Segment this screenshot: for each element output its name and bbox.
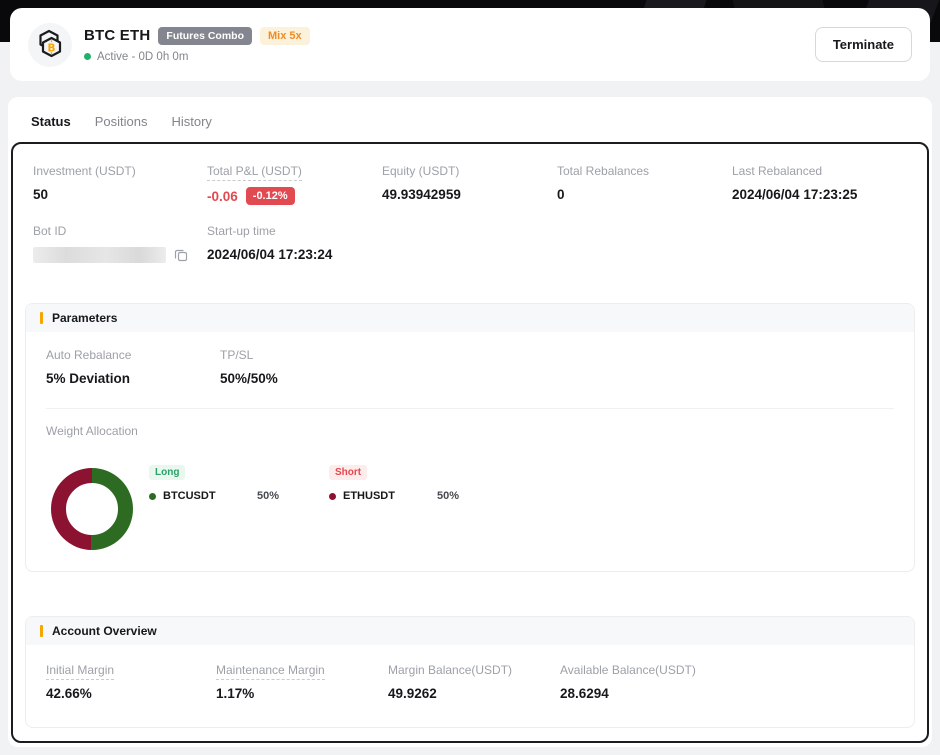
long-symbol: BTCUSDT xyxy=(163,490,216,502)
maintenance-margin-stat: Maintenance Margin 1.17% xyxy=(216,663,388,701)
short-weight: 50% xyxy=(437,490,459,502)
tab-status[interactable]: Status xyxy=(31,114,71,129)
maintenance-margin-label: Maintenance Margin xyxy=(216,663,325,680)
last-rebalanced-value: 2024/06/04 17:23:25 xyxy=(732,187,915,202)
weight-allocation-donut-chart xyxy=(48,465,136,553)
investment-label: Investment (USDT) xyxy=(33,164,207,178)
stats-row-2: Bot ID Start-up time 2024/06/04 17:23:24 xyxy=(25,224,915,263)
bot-hexagon-bitcoin-icon: B xyxy=(33,28,67,62)
legend-long-group: Long BTCUSDT 50% xyxy=(149,462,279,502)
auto-rebalance-value: 5% Deviation xyxy=(46,371,220,386)
initial-margin-label: Initial Margin xyxy=(46,663,114,680)
long-legend-dot xyxy=(149,493,156,500)
parameters-card: Parameters Auto Rebalance 5% Deviation T… xyxy=(25,303,915,572)
available-balance-value: 28.6294 xyxy=(560,686,894,701)
equity-stat: Equity (USDT) 49.93942959 xyxy=(382,164,557,205)
total-pnl-value: -0.06 xyxy=(207,189,238,204)
tpsl-value: 50%/50% xyxy=(220,371,894,386)
initial-margin-value: 42.66% xyxy=(46,686,216,701)
short-symbol: ETHUSDT xyxy=(343,490,395,502)
auto-rebalance-label: Auto Rebalance xyxy=(46,348,220,362)
content-panel: Status Positions History Investment (USD… xyxy=(8,97,932,747)
available-balance-label: Available Balance(USDT) xyxy=(560,663,894,677)
stats-row-1: Investment (USDT) 50 Total P&L (USDT) -0… xyxy=(25,164,915,205)
startup-time-value: 2024/06/04 17:23:24 xyxy=(207,247,915,262)
bot-type-badge: Futures Combo xyxy=(158,27,252,45)
auto-rebalance-stat: Auto Rebalance 5% Deviation xyxy=(46,348,220,386)
account-overview-grid: Initial Margin 42.66% Maintenance Margin… xyxy=(46,663,894,701)
bot-avatar: B xyxy=(28,23,72,67)
maintenance-margin-value: 1.17% xyxy=(216,686,388,701)
tab-bar: Status Positions History xyxy=(31,114,929,129)
parameters-title: Parameters xyxy=(52,311,117,325)
active-status-dot xyxy=(84,53,91,60)
section-accent-bar xyxy=(40,625,43,637)
total-rebalances-value: 0 xyxy=(557,187,732,202)
total-pnl-label: Total P&L (USDT) xyxy=(207,164,302,181)
parameters-header: Parameters xyxy=(26,304,914,332)
pnl-percent-badge: -0.12% xyxy=(246,187,295,205)
equity-label: Equity (USDT) xyxy=(382,164,557,178)
copy-icon[interactable] xyxy=(174,248,188,262)
margin-balance-label: Margin Balance(USDT) xyxy=(388,663,560,677)
legend-short-group: Short ETHUSDT 50% xyxy=(329,462,459,502)
margin-balance-stat: Margin Balance(USDT) 49.9262 xyxy=(388,663,560,701)
short-badge: Short xyxy=(329,465,367,480)
donut-legend: Long BTCUSDT 50% Short ETHUSDT xyxy=(149,462,459,502)
account-overview-card: Account Overview Initial Margin 42.66% M… xyxy=(25,616,915,728)
initial-margin-stat: Initial Margin 42.66% xyxy=(46,663,216,701)
total-rebalances-stat: Total Rebalances 0 xyxy=(557,164,732,205)
weight-allocation-title: Weight Allocation xyxy=(46,424,894,438)
available-balance-stat: Available Balance(USDT) 28.6294 xyxy=(560,663,894,701)
last-rebalanced-label: Last Rebalanced xyxy=(732,164,915,178)
account-overview-header: Account Overview xyxy=(26,617,914,645)
investment-stat: Investment (USDT) 50 xyxy=(33,164,207,205)
long-weight: 50% xyxy=(257,490,279,502)
total-pnl-stat: Total P&L (USDT) -0.06 -0.12% xyxy=(207,164,382,205)
bot-id-stat: Bot ID xyxy=(33,224,207,263)
tpsl-stat: TP/SL 50%/50% xyxy=(220,348,894,386)
bot-id-redacted-value xyxy=(33,247,166,263)
terminate-button[interactable]: Terminate xyxy=(815,27,912,62)
leverage-badge: Mix 5x xyxy=(260,27,310,45)
investment-value: 50 xyxy=(33,187,207,202)
tab-positions[interactable]: Positions xyxy=(95,114,148,129)
tpsl-label: TP/SL xyxy=(220,348,894,362)
last-rebalanced-stat: Last Rebalanced 2024/06/04 17:23:25 xyxy=(732,164,915,205)
equity-value: 49.93942959 xyxy=(382,187,557,202)
startup-time-stat: Start-up time 2024/06/04 17:23:24 xyxy=(207,224,915,263)
account-overview-title: Account Overview xyxy=(52,624,157,638)
long-badge: Long xyxy=(149,465,185,480)
bot-header-card: B BTC ETH Futures Combo Mix 5x Active - … xyxy=(10,8,930,81)
total-rebalances-label: Total Rebalances xyxy=(557,164,732,178)
status-tab-content: Investment (USDT) 50 Total P&L (USDT) -0… xyxy=(11,142,929,743)
startup-time-label: Start-up time xyxy=(207,224,915,238)
section-accent-bar xyxy=(40,312,43,324)
short-legend-dot xyxy=(329,493,336,500)
margin-balance-value: 49.9262 xyxy=(388,686,560,701)
bot-status-text: Active - 0D 0h 0m xyxy=(97,51,188,63)
parameters-grid: Auto Rebalance 5% Deviation TP/SL 50%/50… xyxy=(46,348,894,386)
tab-history[interactable]: History xyxy=(171,114,211,129)
divider xyxy=(46,408,894,409)
bot-title: BTC ETH xyxy=(84,27,150,44)
bot-id-label: Bot ID xyxy=(33,224,207,238)
